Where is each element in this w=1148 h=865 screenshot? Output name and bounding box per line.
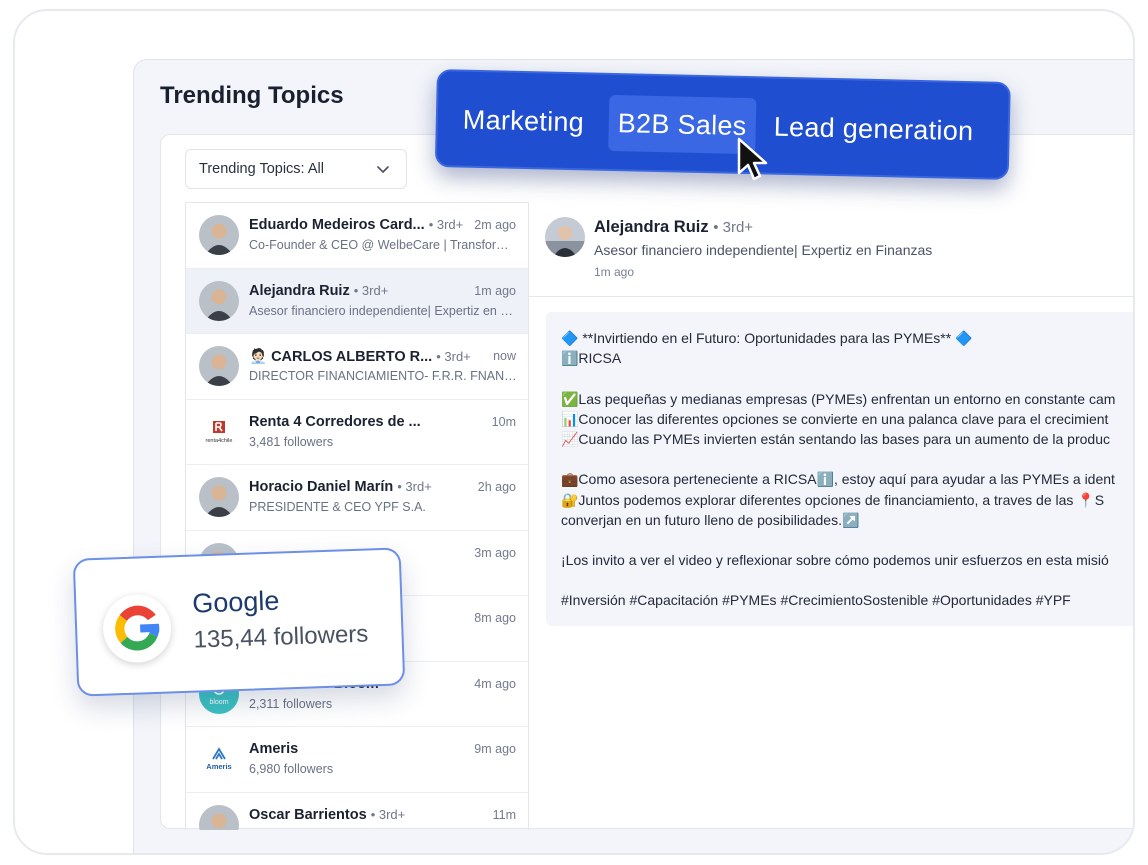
- list-item[interactable]: Horacio Daniel Marín • 3rd+ 2h ago PRESIDE…: [186, 465, 528, 531]
- post-line: [561, 449, 1133, 469]
- list-item-time: 1m ago: [474, 283, 516, 298]
- avatar[interactable]: [545, 217, 585, 257]
- list-item[interactable]: Eduardo Medeiros Card... • 3rd+ 2m ago Co-…: [186, 203, 528, 269]
- connection-degree: • 3rd+: [353, 282, 389, 298]
- list-item-name: Renta 4 Corredores de ...: [249, 413, 421, 430]
- connection-degree: • 3rd+: [397, 479, 432, 494]
- post-line: 🔷 **Invirtiendo en el Futuro: Oportunida…: [561, 330, 973, 346]
- post-line: [561, 368, 1133, 388]
- avatar: [199, 280, 239, 321]
- connection-degree: • 3rd+: [713, 219, 754, 236]
- topics-popup: Marketing B2B Sales Lead generation: [434, 69, 1011, 180]
- author-name[interactable]: Alejandra Ruiz • 3rd+: [594, 218, 753, 237]
- trending-topics-filter[interactable]: Trending Topics: All: [185, 149, 407, 189]
- list-item-subtitle: 3,481 followers: [249, 434, 334, 449]
- list-item-time: 8m ago: [474, 611, 516, 625]
- list-item-subtitle: DIRECTOR FINANCIAMIENTO- F.R.R. FNANCIER…: [249, 369, 517, 383]
- connection-degree: • 3rd+: [370, 806, 406, 822]
- list-item-time: 3m ago: [474, 545, 516, 560]
- svg-text:renta4chile: renta4chile: [206, 438, 233, 444]
- company-name: Google: [191, 585, 280, 619]
- list-item-name: Alejandra Ruiz • 3rd+: [249, 282, 389, 299]
- list-item-time: 9m ago: [474, 742, 516, 756]
- topic-chip-lead-generation[interactable]: Lead generation: [773, 99, 974, 160]
- list-item-subtitle: PRESIDENTE & CEO YPF S.A.: [249, 500, 426, 514]
- list-item[interactable]: renta4chile Renta 4 Corredores de ... 10m…: [186, 400, 528, 465]
- contact-list: Eduardo Medeiros Card... • 3rd+ 2m ago Co-…: [185, 202, 529, 830]
- post-line: 💼Como asesora perteneciente a RICSAℹ️, e…: [561, 471, 1115, 488]
- list-item[interactable]: Ameris Ameris 9m ago 6,980 followers: [186, 727, 528, 793]
- filter-label: Trending Topics: All: [199, 161, 324, 177]
- chevron-down-icon: [377, 166, 389, 173]
- avatar: Ameris: [199, 739, 239, 779]
- pointer-cursor-icon: [737, 137, 768, 181]
- post-line: 📈Cuando las PYMEs invierten están sentan…: [561, 430, 1110, 447]
- list-item-name: Eduardo Medeiros Card... • 3rd+: [249, 217, 464, 233]
- list-item-subtitle: Asesor financiero independiente| Experti…: [249, 303, 517, 318]
- topic-chip-b2b-sales[interactable]: B2B Sales: [608, 94, 757, 155]
- post-detail: Alejandra Ruiz • 3rd+ Asesor financiero …: [529, 202, 1133, 830]
- topic-chip-marketing[interactable]: Marketing: [462, 92, 585, 151]
- list-item-subtitle: 2,311 followers: [249, 696, 333, 711]
- post-timestamp: 1m ago: [594, 265, 635, 279]
- list-item-name: Oscar Barrientos • 3rd+: [249, 806, 406, 823]
- avatar: [199, 346, 239, 386]
- connection-degree: • 3rd+: [428, 217, 464, 232]
- avatar: [199, 804, 239, 830]
- post-line: converjan en un futuro lleno de posibili…: [561, 511, 860, 528]
- company-followers: 135,44 followers: [193, 620, 369, 654]
- post-line: ℹ️RICSA: [561, 350, 622, 367]
- post-line: #Inversión #Capacitación #PYMEs #Crecimi…: [561, 592, 1071, 609]
- list-item-name: Ameris: [249, 741, 299, 757]
- content-panel: Trending Topics: All Eduardo Medeiros Ca…: [160, 134, 1133, 830]
- list-item[interactable]: 🧑🏻‍💼 CARLOS ALBERTO R... • 3rd+ now DIRECT…: [186, 334, 528, 400]
- post-line: ¡Los invito a ver el video y reflexionar…: [561, 552, 1109, 569]
- svg-text:Ameris: Ameris: [206, 762, 231, 771]
- connection-degree: • 3rd+: [436, 349, 471, 364]
- post-line: 📊Conocer las diferentes opciones se conv…: [561, 410, 1109, 427]
- list-item-name: 🧑🏻‍💼 CARLOS ALBERTO R... • 3rd+: [249, 349, 471, 365]
- list-item[interactable]: Oscar Barrientos • 3rd+ 11m: [186, 793, 528, 830]
- post-line: [561, 570, 1133, 590]
- svg-text:bloom: bloom: [209, 699, 228, 706]
- google-company-card[interactable]: Google 135,44 followers: [72, 547, 406, 697]
- list-item-subtitle: 6,980 followers: [249, 762, 334, 776]
- list-item-time: 2m ago: [474, 218, 516, 232]
- avatar: [199, 215, 239, 255]
- list-item-time: 11m: [492, 807, 516, 822]
- screenshot-frame: Trending Topics Trending Topics: All Edu…: [13, 9, 1135, 855]
- avatar: renta4chile: [199, 411, 239, 452]
- list-item-name: Horacio Daniel Marín • 3rd+: [249, 479, 432, 495]
- list-item-time: now: [493, 349, 516, 363]
- post-line: 🔐Juntos podemos explorar diferentes opci…: [561, 491, 1105, 508]
- list-item-time: 2h ago: [477, 480, 516, 494]
- list-item[interactable]: Alejandra Ruiz • 3rd+ 1m ago Asesor financ…: [186, 268, 528, 334]
- list-item-time: 4m ago: [474, 676, 516, 691]
- post-line: [561, 530, 1133, 550]
- post-header: Alejandra Ruiz • 3rd+ Asesor financiero …: [529, 202, 1133, 297]
- list-item-time: 10m: [491, 414, 516, 429]
- google-logo-icon: [102, 593, 173, 664]
- post-body: 🔷 **Invirtiendo en el Futuro: Oportunida…: [546, 312, 1133, 626]
- list-item-subtitle: Co-Founder & CEO @ WelbeCare | Transform…: [249, 238, 517, 252]
- page-title: Trending Topics: [160, 82, 344, 109]
- post-line: ✅Las pequeñas y medianas empresas (PYMEs…: [561, 390, 1116, 407]
- avatar: [199, 477, 239, 517]
- author-headline: Asesor financiero independiente| Experti…: [594, 242, 933, 258]
